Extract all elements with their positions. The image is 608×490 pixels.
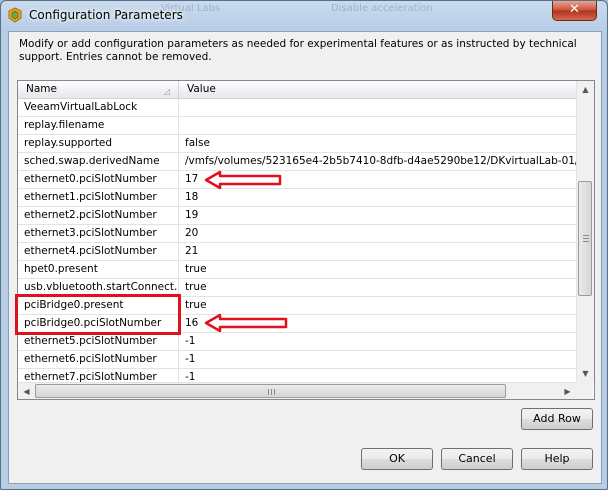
column-header-name-label: Name	[26, 83, 57, 95]
table-row[interactable]: replay.filename	[18, 117, 576, 135]
table-row[interactable]: ethernet3.pciSlotNumber 20	[18, 225, 576, 243]
parameter-value[interactable]: true	[179, 261, 576, 278]
table-row[interactable]: ethernet4.pciSlotNumber 21	[18, 243, 576, 261]
parameter-name[interactable]: ethernet1.pciSlotNumber	[18, 189, 179, 206]
table-row[interactable]: VeeamVirtualLabLock	[18, 99, 576, 117]
table-row[interactable]: ethernet6.pciSlotNumber -1	[18, 351, 576, 369]
parameter-value[interactable]: -1	[179, 351, 576, 368]
table-row[interactable]: ethernet7.pciSlotNumber -1	[18, 369, 576, 383]
grip-line	[271, 389, 272, 395]
parameter-value[interactable]: -1	[179, 333, 576, 350]
parameter-value[interactable]: true	[179, 297, 576, 314]
horizontal-scrollbar[interactable]: ◀ ▶	[18, 382, 576, 399]
parameter-value[interactable]: true	[179, 279, 576, 296]
grid-rows: VeeamVirtualLabLock replay.filename repl…	[18, 99, 576, 383]
table-row[interactable]: sched.swap.derivedName /vmfs/volumes/523…	[18, 153, 576, 171]
parameter-value[interactable]: -1	[179, 369, 576, 383]
annotation-arrow-left	[204, 170, 282, 190]
window-title: Configuration Parameters	[29, 8, 183, 22]
parameter-value[interactable]: 18	[179, 189, 576, 206]
scroll-left-icon[interactable]: ◀	[18, 383, 35, 399]
cancel-button[interactable]: Cancel	[441, 448, 513, 470]
configuration-parameters-dialog: Virtual Labs Disable acceleration Config…	[0, 0, 608, 490]
vertical-scroll-thumb[interactable]	[578, 181, 592, 296]
add-row-button[interactable]: Add Row	[521, 408, 593, 430]
parameter-name[interactable]: ethernet4.pciSlotNumber	[18, 243, 179, 260]
parameters-grid: Name ◿ Value VeeamVirtualLabLock replay.…	[17, 80, 595, 400]
sort-indicator-icon: ◿	[163, 87, 170, 96]
grip-line	[583, 238, 589, 239]
parameter-value[interactable]: false	[179, 135, 576, 152]
grid-header: Name ◿ Value	[18, 81, 576, 99]
table-row[interactable]: hpet0.present true	[18, 261, 576, 279]
horizontal-scroll-thumb[interactable]	[35, 384, 506, 398]
scroll-up-icon[interactable]: ▲	[577, 81, 594, 98]
dialog-content: Modify or add configuration parameters a…	[8, 31, 602, 484]
parameter-name[interactable]: ethernet6.pciSlotNumber	[18, 351, 179, 368]
parameter-name[interactable]: hpet0.present	[18, 261, 179, 278]
parameter-value[interactable]: 19	[179, 207, 576, 224]
table-row[interactable]: ethernet5.pciSlotNumber -1	[18, 333, 576, 351]
column-header-name[interactable]: Name ◿	[18, 81, 179, 98]
vsphere-icon	[8, 7, 22, 23]
table-row[interactable]: ethernet1.pciSlotNumber 18	[18, 189, 576, 207]
parameter-value[interactable]: 21	[179, 243, 576, 260]
table-row[interactable]: replay.supported false	[18, 135, 576, 153]
annotation-highlight-box	[15, 294, 181, 335]
grip-line	[274, 389, 275, 395]
parameter-name[interactable]: ethernet3.pciSlotNumber	[18, 225, 179, 242]
column-header-value-label: Value	[187, 83, 216, 95]
grip-line	[583, 235, 589, 236]
scroll-right-icon[interactable]: ▶	[559, 383, 576, 399]
grip-line	[583, 241, 589, 242]
ok-button[interactable]: OK	[361, 448, 433, 470]
parameter-name[interactable]: replay.supported	[18, 135, 179, 152]
close-button[interactable]: ✕	[552, 1, 597, 21]
help-button[interactable]: Help	[521, 448, 593, 470]
parameter-value[interactable]: /vmfs/volumes/523165e4-2b5b7410-8dfb-d4a…	[179, 153, 576, 170]
column-header-value[interactable]: Value	[179, 81, 576, 98]
parameter-name[interactable]: ethernet2.pciSlotNumber	[18, 207, 179, 224]
parameter-name[interactable]: ethernet5.pciSlotNumber	[18, 333, 179, 350]
grip-line	[268, 389, 269, 395]
parameter-name[interactable]: replay.filename	[18, 117, 179, 134]
scroll-down-icon[interactable]: ▼	[577, 365, 594, 382]
close-icon: ✕	[569, 2, 580, 17]
parameter-name[interactable]: ethernet7.pciSlotNumber	[18, 369, 179, 383]
parameter-name[interactable]: sched.swap.derivedName	[18, 153, 179, 170]
parameter-name[interactable]: ethernet0.pciSlotNumber	[18, 171, 179, 188]
parameter-value[interactable]	[179, 117, 576, 134]
table-row[interactable]: ethernet0.pciSlotNumber 17	[18, 171, 576, 189]
vertical-scrollbar[interactable]: ▲ ▼	[576, 81, 594, 382]
annotation-arrow-left	[204, 313, 288, 333]
scrollbar-corner	[576, 382, 593, 399]
parameter-value[interactable]: 20	[179, 225, 576, 242]
table-row[interactable]: ethernet2.pciSlotNumber 19	[18, 207, 576, 225]
parameter-name[interactable]: VeeamVirtualLabLock	[18, 99, 179, 116]
title-bar[interactable]: Configuration Parameters ✕	[1, 1, 607, 31]
parameter-value[interactable]	[179, 99, 576, 116]
description-text: Modify or add configuration parameters a…	[19, 38, 577, 63]
